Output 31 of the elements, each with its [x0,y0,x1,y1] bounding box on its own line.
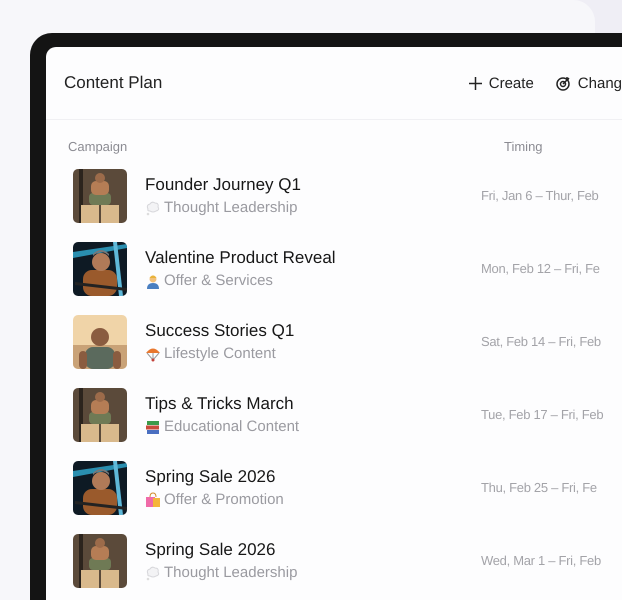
category-label: Offer & Promotion [164,491,284,508]
campaign-name: Valentine Product Reveal [145,248,337,268]
thought-bubble-icon [145,200,161,216]
campaign-name: Tips & Tricks March [145,394,295,414]
books-icon [145,418,161,434]
toolbar-button[interactable]: Chang [556,74,622,92]
campaign-name: Spring Sale 2026 [145,540,276,560]
shopping-bag-icon [145,492,161,508]
person-icon [145,272,161,288]
plus-icon [468,76,482,90]
campaign-name: Success Stories Q1 [145,321,296,341]
category-label: Thought Leadership [164,199,298,216]
timing-text: Wed, Mar 1 – Fri, Feb [481,553,602,568]
page-title: Content Plan [64,73,164,93]
category-label: Educational Content [164,418,300,435]
timing-text: Sat, Feb 14 – Fri, Feb [481,334,602,349]
timing-text: Thu, Feb 25 – Fri, Fe [481,480,598,495]
parachute-icon [145,346,161,362]
category-label: Thought Leadership [164,564,298,581]
category-label: Lifestyle Content [164,345,276,362]
column-header: Campaign [68,139,128,154]
target-icon [556,76,571,90]
category-label: Offer & Services [164,272,273,289]
create-button[interactable]: Create [468,74,534,92]
timing-text: Fri, Jan 6 – Thur, Feb [481,188,600,203]
timing-text: Mon, Feb 12 – Fri, Fe [481,261,601,276]
timing-text: Tue, Feb 17 – Fri, Feb [481,407,604,422]
campaign-name: Founder Journey Q1 [145,175,302,195]
thought-bubble-icon [145,564,161,580]
campaign-name: Spring Sale 2026 [145,467,276,487]
column-header: Timing [504,139,544,154]
